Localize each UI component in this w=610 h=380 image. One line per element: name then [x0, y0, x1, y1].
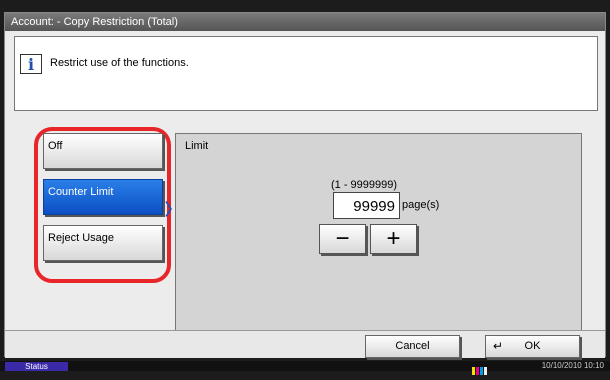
decrement-button[interactable]: −: [319, 224, 366, 254]
info-icon: i: [20, 54, 42, 74]
counter-limit-button[interactable]: Counter Limit: [43, 179, 163, 215]
limit-value-field[interactable]: 99999: [333, 192, 400, 219]
limit-range: (1 - 9999999): [331, 179, 398, 191]
ok-button[interactable]: ↵ OK: [485, 335, 580, 358]
message-panel: i Restrict use of the functions.: [14, 36, 598, 111]
limit-unit: page(s): [402, 199, 440, 211]
window-title: Account: - Copy Restriction (Total): [5, 13, 605, 31]
footer-bar: Cancel ↵ OK: [5, 330, 605, 358]
reject-usage-button[interactable]: Reject Usage: [43, 225, 163, 261]
enter-icon: ↵: [493, 339, 504, 353]
datetime: 10/10/2010 10:10: [541, 361, 604, 370]
limit-title: Limit: [185, 140, 209, 152]
increment-button[interactable]: +: [370, 224, 417, 254]
status-bar: Status 10/10/2010 10:10: [0, 361, 610, 375]
off-button[interactable]: Off: [43, 133, 163, 169]
message-text: Restrict use of the functions.: [50, 57, 189, 69]
ok-label: OK: [524, 340, 541, 352]
status-button[interactable]: Status: [5, 362, 68, 371]
toner-level-icon: [472, 362, 492, 375]
screen: Account: - Copy Restriction (Total) i Re…: [4, 12, 606, 358]
limit-panel: Limit (1 - 9999999) 99999 page(s) − +: [175, 133, 582, 338]
cancel-button[interactable]: Cancel: [365, 335, 460, 358]
